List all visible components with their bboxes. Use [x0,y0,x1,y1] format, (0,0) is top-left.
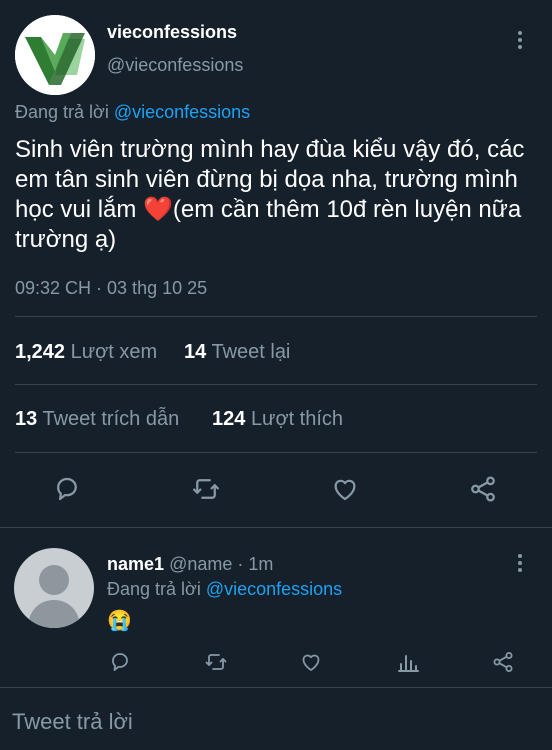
quotes-stat[interactable]: 13 Tweet trích dẫn [15,408,179,431]
reply-more-options-icon[interactable] [508,551,532,575]
reply-reply-icon[interactable] [108,650,132,674]
divider [0,687,552,688]
likes-label: Lượt thích [250,408,344,430]
reply-icon[interactable] [52,474,82,504]
author-handle[interactable]: @vieconfessions [107,55,243,76]
reply-header: name1 @name · 1m [107,554,273,575]
reply-share-icon[interactable] [491,650,515,674]
retweets-count: 14 [184,341,207,363]
tweet-timestamp[interactable]: 09:32 CH · 03 thg 10 25 [15,278,207,299]
views-count: 1,242 [15,341,66,363]
likes-stat[interactable]: 124 Lượt thích [212,408,343,431]
likes-count: 124 [212,408,246,430]
replying-to-link[interactable]: @vieconfessions [114,102,250,122]
share-icon[interactable] [468,474,498,504]
analytics-icon[interactable] [396,650,420,674]
divider [15,316,537,317]
reply-author-name[interactable]: name1 [107,554,164,574]
replying-prefix: Đang trả lời [15,102,114,122]
default-user-icon [28,565,80,628]
views-label: Lượt xem [70,341,158,363]
retweet-icon[interactable] [190,474,222,504]
divider [15,384,537,385]
reply-replying-to-line: Đang trả lời @vieconfessions [107,579,342,600]
quotes-label: Tweet trích dẫn [42,408,180,430]
author-avatar[interactable] [15,15,95,95]
more-options-icon[interactable] [508,28,532,52]
reply-heart-icon[interactable] [299,650,323,674]
reply-text: 😭 [107,610,132,632]
divider [15,452,537,453]
reply-avatar[interactable] [14,548,94,628]
reply-time[interactable]: · 1m [237,554,273,574]
heart-icon[interactable] [330,474,360,504]
reply-retweet-icon[interactable] [203,650,229,674]
divider [0,527,552,528]
reply-replying-to-link[interactable]: @vieconfessions [206,579,342,599]
tweet-text: Sinh viên trường mình hay đùa kiểu vậy đ… [15,136,525,253]
reply-composer-input[interactable]: Tweet trả lời [12,709,133,735]
reply-author-handle[interactable]: @name [169,554,232,574]
quotes-count: 13 [15,408,38,430]
retweets-label: Tweet lại [211,341,291,363]
reply-replying-prefix: Đang trả lời [107,579,206,599]
vieconfessions-logo [15,15,95,95]
replying-to-line: Đang trả lời @vieconfessions [15,102,250,123]
retweets-stat[interactable]: 14 Tweet lại [184,341,290,364]
views-stat[interactable]: 1,242 Lượt xem [15,341,157,364]
author-name[interactable]: vieconfessions [107,22,237,43]
